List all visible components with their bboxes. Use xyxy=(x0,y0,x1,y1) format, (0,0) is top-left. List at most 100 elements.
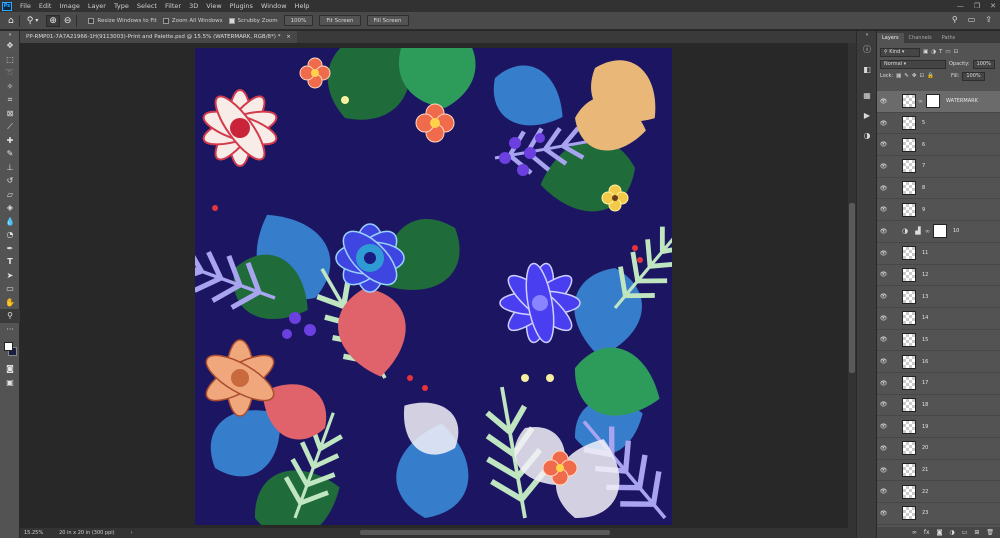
actions-play-icon[interactable]: ▶ xyxy=(857,105,877,125)
layer-name[interactable]: 19 xyxy=(922,424,928,430)
layer-thumbnail[interactable] xyxy=(902,181,916,196)
swatches-panel-icon[interactable]: ▦ xyxy=(857,85,877,105)
home-icon[interactable]: ⌂ xyxy=(8,16,14,26)
fx-icon[interactable]: fx xyxy=(924,529,930,536)
menu-view[interactable]: View xyxy=(206,2,221,10)
marquee-tool-icon[interactable]: ⬚ xyxy=(0,53,20,67)
layer-thumbnail[interactable] xyxy=(902,441,916,456)
layer-row[interactable]: 👁 9 xyxy=(877,199,1000,222)
visibility-eye-icon[interactable]: 👁 xyxy=(877,488,890,495)
visibility-eye-icon[interactable]: 👁 xyxy=(877,271,890,278)
layer-row[interactable]: 👁 20 xyxy=(877,438,1000,460)
zoom-in-icon[interactable]: ⊕ xyxy=(46,14,60,27)
layer-mask-thumbnail[interactable] xyxy=(933,224,947,239)
minimize-icon[interactable]: — xyxy=(957,2,964,10)
type-tool-icon[interactable]: T xyxy=(0,255,20,269)
menu-layer[interactable]: Layer xyxy=(88,2,106,10)
collapse-icon[interactable]: » xyxy=(0,31,20,39)
layer-thumbnail[interactable] xyxy=(902,246,916,261)
color-panel-icon[interactable]: ◧ xyxy=(857,59,877,79)
layer-row[interactable]: 👁 5 xyxy=(877,113,1000,135)
menu-edit[interactable]: Edit xyxy=(39,2,52,10)
lock-paint-icon[interactable]: ✎ xyxy=(904,73,909,79)
healing-brush-tool-icon[interactable]: ✚ xyxy=(0,134,20,148)
canvas-workspace[interactable] xyxy=(20,43,848,528)
frame-tool-icon[interactable]: ⊠ xyxy=(0,107,20,121)
layer-name[interactable]: 20 xyxy=(922,445,928,451)
layer-name[interactable]: 17 xyxy=(922,380,928,386)
layer-thumbnail[interactable] xyxy=(902,137,916,152)
layer-thumbnail[interactable] xyxy=(902,397,916,412)
layer-name[interactable]: 15 xyxy=(922,337,928,343)
layer-name[interactable]: WATERMARK xyxy=(946,98,978,104)
layer-thumbnail[interactable] xyxy=(902,484,916,499)
fill-screen-button[interactable]: Fill Screen xyxy=(366,15,409,26)
foreground-color-swatch[interactable] xyxy=(4,342,13,351)
visibility-eye-icon[interactable]: 👁 xyxy=(877,380,890,387)
layer-name[interactable]: 16 xyxy=(922,359,928,365)
workspace-icon[interactable]: ▭ xyxy=(968,15,976,24)
layer-row[interactable]: 👁 22 xyxy=(877,481,1000,504)
screen-mode-icon[interactable]: ▣ xyxy=(0,376,20,390)
layer-mask-thumbnail[interactable] xyxy=(926,94,940,109)
layer-name[interactable]: 14 xyxy=(922,315,928,321)
blend-mode-select[interactable]: Normal ▾ xyxy=(880,59,946,69)
link-icon[interactable]: ∞ xyxy=(912,529,917,536)
menu-window[interactable]: Window xyxy=(261,2,287,10)
layer-thumbnail[interactable] xyxy=(902,506,916,521)
lock-pixels-icon[interactable]: ▦ xyxy=(896,73,901,79)
restore-icon[interactable]: ❐ xyxy=(974,2,980,10)
visibility-eye-icon[interactable]: 👁 xyxy=(877,120,890,127)
expand-panels-icon[interactable]: « xyxy=(857,31,877,39)
visibility-eye-icon[interactable]: 👁 xyxy=(877,358,890,365)
visibility-eye-icon[interactable]: 👁 xyxy=(877,423,890,430)
layer-row[interactable]: 👁 13 xyxy=(877,286,1000,308)
layer-name[interactable]: 8 xyxy=(922,185,925,191)
layer-row[interactable]: 👁 18 xyxy=(877,395,1000,417)
resize-windows-checkbox[interactable]: Resize Windows to Fit xyxy=(88,17,157,24)
visibility-eye-icon[interactable]: 👁 xyxy=(877,228,890,235)
status-arrow-icon[interactable]: › xyxy=(131,530,133,536)
blur-tool-icon[interactable]: 💧 xyxy=(0,215,20,229)
filter-shape-icon[interactable]: ▭ xyxy=(945,49,950,55)
layer-row[interactable]: 👁 6 xyxy=(877,134,1000,157)
scroll-thumb[interactable] xyxy=(360,530,610,535)
visibility-eye-icon[interactable]: 👁 xyxy=(877,510,890,517)
eraser-tool-icon[interactable]: ▱ xyxy=(0,188,20,202)
visibility-eye-icon[interactable]: 👁 xyxy=(877,445,890,452)
layer-row[interactable]: 👁 14 xyxy=(877,308,1000,330)
layer-thumbnail[interactable] xyxy=(902,159,916,174)
filter-kind-select[interactable]: ⚲ Kind ▾ xyxy=(880,47,920,57)
layer-name[interactable]: 7 xyxy=(922,163,925,169)
zoom-level[interactable]: 15.25% xyxy=(24,530,43,536)
layer-row[interactable]: 👁 7 xyxy=(877,156,1000,178)
lock-artboard-icon[interactable]: ⊡ xyxy=(920,73,925,79)
filter-pixel-icon[interactable]: ▣ xyxy=(923,49,928,55)
visibility-eye-icon[interactable]: 👁 xyxy=(877,206,890,213)
vertical-scrollbar[interactable] xyxy=(848,43,856,528)
share-icon[interactable]: ⇪ xyxy=(985,15,992,24)
document-tab[interactable]: PP-RMP01-7A7A21966-1H(9113003)-Print and… xyxy=(20,31,297,43)
move-tool-icon[interactable]: ✥ xyxy=(0,39,20,53)
menu-select[interactable]: Select xyxy=(137,2,157,10)
adjustments-icon[interactable]: ◑ xyxy=(857,125,877,145)
tab-paths[interactable]: Paths xyxy=(937,33,961,43)
layer-name[interactable]: 18 xyxy=(922,402,928,408)
clone-stamp-tool-icon[interactable]: ⊥ xyxy=(0,161,20,175)
layer-row[interactable]: 👁 12 xyxy=(877,265,1000,287)
zoom-tool-icon[interactable]: ⚲ xyxy=(27,16,34,26)
new-layer-icon[interactable]: ⊞ xyxy=(974,529,979,536)
photoshop-logo-icon[interactable]: Ps xyxy=(2,1,12,11)
layer-name[interactable]: 5 xyxy=(922,120,925,126)
opacity-field[interactable]: 100% xyxy=(972,59,995,69)
layer-thumbnail[interactable] xyxy=(902,267,916,282)
layer-row[interactable]: 👁 11 xyxy=(877,243,1000,265)
layer-thumbnail[interactable] xyxy=(902,354,916,369)
tab-channels[interactable]: Channels xyxy=(904,33,937,43)
lock-all-icon[interactable]: 🔒 xyxy=(927,73,934,79)
menu-filter[interactable]: Filter xyxy=(165,2,181,10)
paint-bucket-tool-icon[interactable]: ◈ xyxy=(0,201,20,215)
horizontal-scrollbar[interactable] xyxy=(20,528,856,538)
menu-plugins[interactable]: Plugins xyxy=(230,2,253,10)
close-icon[interactable]: ✕ xyxy=(990,2,996,10)
